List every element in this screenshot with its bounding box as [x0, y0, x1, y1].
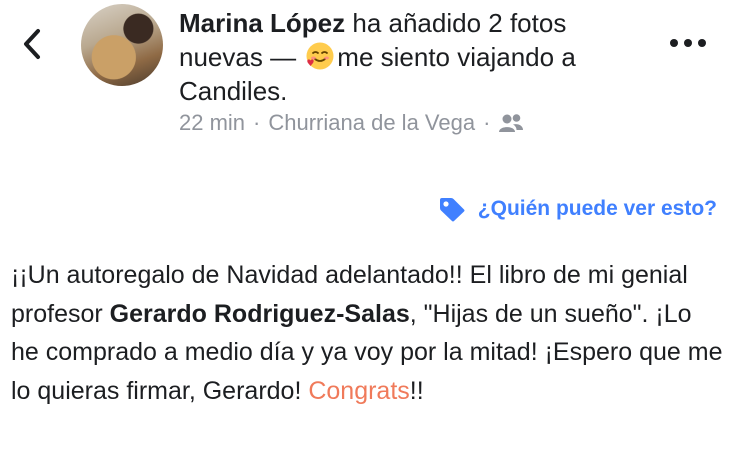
avatar[interactable] — [81, 4, 163, 86]
post-header: Marina López ha añadido 2 fotos nuevas —… — [179, 6, 649, 108]
meta-separator: · — [253, 110, 261, 135]
meta-separator: · — [483, 110, 491, 135]
who-can-see-label: ¿Quién puede ver esto? — [477, 197, 717, 220]
chevron-left-icon — [24, 29, 40, 59]
friends-icon[interactable] — [498, 112, 524, 134]
post-meta: 22 min · Churriana de la Vega · — [179, 110, 524, 136]
who-can-see-link[interactable]: ¿Quién puede ver esto? — [438, 196, 717, 222]
more-options-button[interactable] — [664, 28, 712, 58]
post-body: ¡¡Un autoregalo de Navidad adelantado!! … — [11, 256, 723, 410]
back-button[interactable] — [14, 24, 50, 64]
smiling-heart-emoji-icon — [305, 41, 335, 71]
tagged-person[interactable]: Gerardo Rodriguez-Salas — [110, 300, 410, 328]
post-time[interactable]: 22 min — [179, 110, 245, 136]
post-text-part3: !! — [409, 376, 424, 405]
author-name[interactable]: Marina López — [179, 8, 345, 38]
congrats-highlight[interactable]: Congrats — [308, 377, 409, 405]
more-horizontal-icon — [670, 39, 706, 47]
post-location[interactable]: Churriana de la Vega — [268, 110, 475, 136]
tag-icon — [439, 198, 465, 222]
